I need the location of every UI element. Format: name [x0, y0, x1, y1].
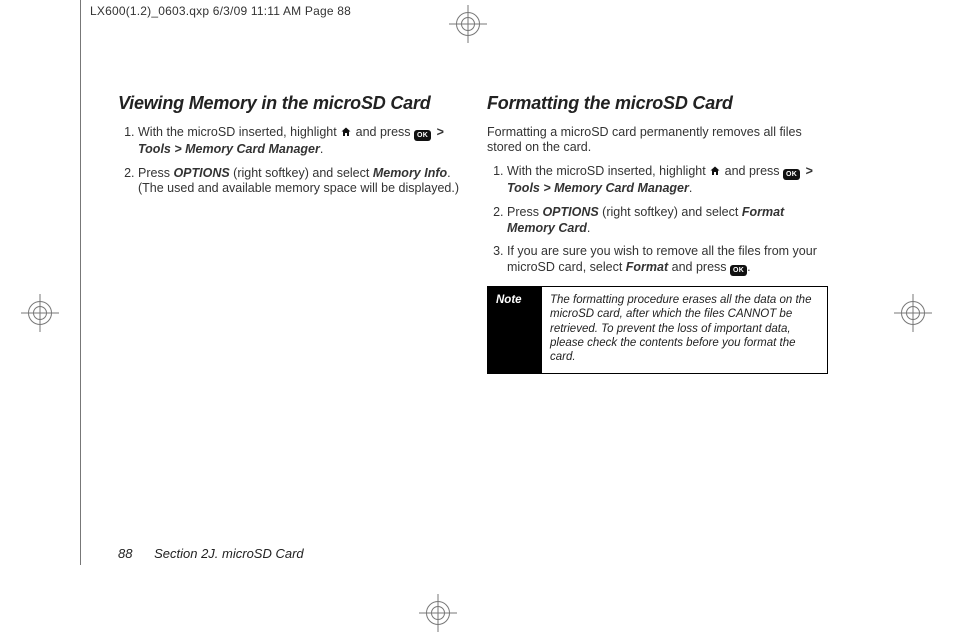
- softkey-label: OPTIONS: [173, 166, 229, 180]
- menu-selection: Format: [626, 260, 668, 274]
- step-text: With the microSD inserted, highlight: [138, 125, 340, 139]
- right-column: Formatting the microSD Card Formatting a…: [487, 92, 828, 374]
- registration-mark-icon: [455, 11, 481, 37]
- intro-text: Formatting a microSD card permanently re…: [487, 125, 828, 156]
- menu-ok-icon: OK: [730, 265, 747, 276]
- chevron-right-icon: >: [804, 164, 815, 178]
- left-column: Viewing Memory in the microSD Card With …: [118, 92, 459, 374]
- registration-mark-icon: [900, 300, 926, 326]
- list-item: Press OPTIONS (right softkey) and select…: [507, 205, 828, 236]
- step-text: .: [320, 142, 323, 156]
- page: LX600(1.2)_0603.qxp 6/3/09 11:11 AM Page…: [0, 0, 954, 643]
- note-text: The formatting procedure erases all the …: [542, 287, 827, 373]
- home-icon: [709, 165, 721, 182]
- step-text: (right softkey) and select: [599, 205, 742, 219]
- right-steps: With the microSD inserted, highlight and…: [487, 164, 828, 276]
- left-steps: With the microSD inserted, highlight and…: [118, 125, 459, 198]
- list-item: With the microSD inserted, highlight and…: [507, 164, 828, 197]
- list-item: Press OPTIONS (right softkey) and select…: [138, 166, 459, 197]
- note-label: Note: [488, 287, 542, 373]
- registration-mark-icon: [425, 600, 451, 626]
- list-item: If you are sure you wish to remove all t…: [507, 244, 828, 276]
- home-icon: [340, 126, 352, 143]
- header-slug: LX600(1.2)_0603.qxp 6/3/09 11:11 AM Page…: [90, 4, 351, 18]
- registration-mark-icon: [27, 300, 53, 326]
- menu-ok-icon: OK: [414, 130, 431, 141]
- content-columns: Viewing Memory in the microSD Card With …: [118, 92, 828, 374]
- step-text: .: [587, 221, 590, 235]
- step-text: (right softkey) and select: [230, 166, 373, 180]
- step-text: .: [747, 260, 750, 274]
- menu-selection: Memory Info: [373, 166, 447, 180]
- section-title: Section 2J. microSD Card: [154, 546, 304, 561]
- step-text: Press: [507, 205, 542, 219]
- chevron-right-icon: >: [435, 125, 446, 139]
- menu-path: Tools > Memory Card Manager: [138, 142, 320, 156]
- step-text: With the microSD inserted, highlight: [507, 164, 709, 178]
- step-text: Press: [138, 166, 173, 180]
- heading-viewing-memory: Viewing Memory in the microSD Card: [118, 92, 459, 115]
- note-box: Note The formatting procedure erases all…: [487, 286, 828, 374]
- menu-path: Tools > Memory Card Manager: [507, 181, 689, 195]
- step-text: and press: [356, 125, 414, 139]
- menu-ok-icon: OK: [783, 169, 800, 180]
- softkey-label: OPTIONS: [542, 205, 598, 219]
- heading-formatting: Formatting the microSD Card: [487, 92, 828, 115]
- step-text: and press: [725, 164, 783, 178]
- step-text: and press: [668, 260, 730, 274]
- page-number: 88: [118, 546, 132, 561]
- crop-guide-vertical: [80, 0, 81, 565]
- step-text: .: [689, 181, 692, 195]
- list-item: With the microSD inserted, highlight and…: [138, 125, 459, 158]
- page-footer: 88 Section 2J. microSD Card: [118, 546, 304, 561]
